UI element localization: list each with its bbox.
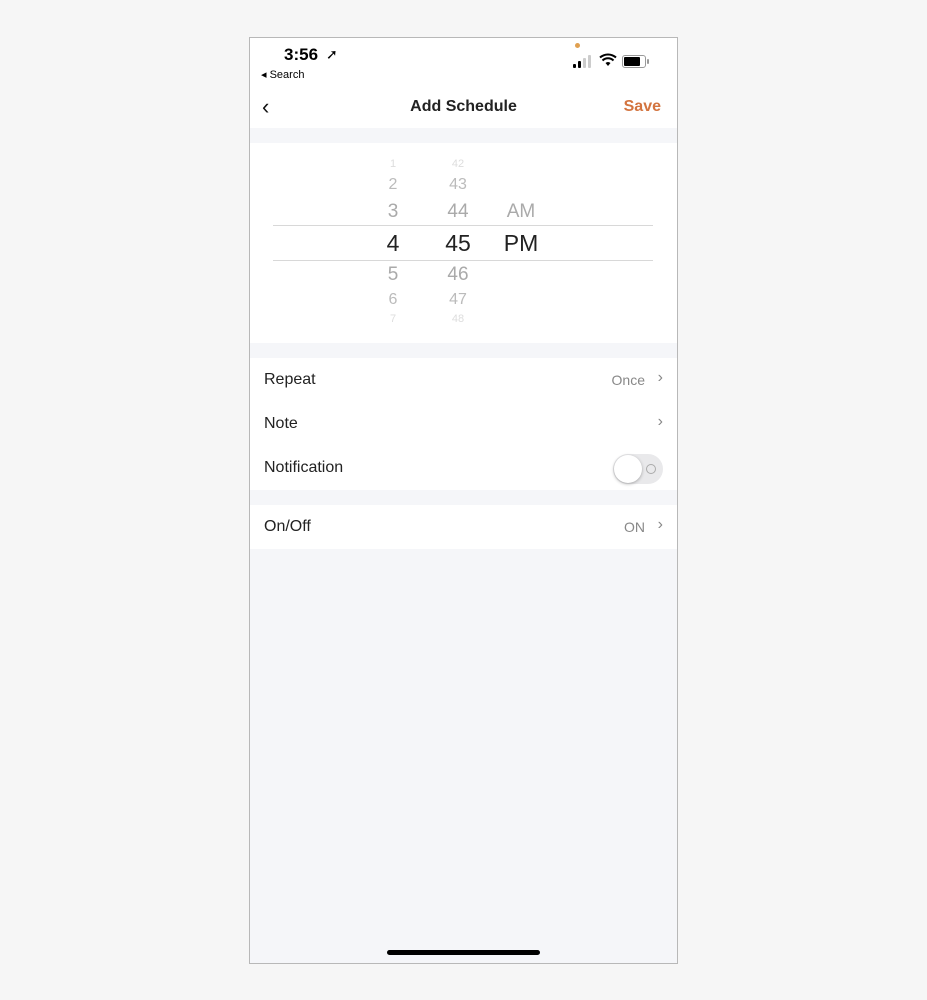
picker-value: 47 <box>449 291 467 308</box>
picker-value: 1 <box>389 158 397 170</box>
settings-group: Repeat Once › Note › Notification <box>250 358 677 490</box>
repeat-label: Repeat <box>264 371 316 388</box>
repeat-row[interactable]: Repeat Once › <box>250 358 677 402</box>
page-title: Add Schedule <box>410 98 517 115</box>
clock: 3:56 <box>284 45 319 64</box>
notification-row: Notification <box>250 446 677 490</box>
picker-value: 3 <box>387 201 399 222</box>
onoff-group: On/Off ON › <box>250 505 677 549</box>
repeat-value: Once <box>611 372 645 388</box>
onoff-label: On/Off <box>264 518 311 535</box>
picker-value: 2 <box>388 176 398 193</box>
picker-value: 42 <box>451 158 465 170</box>
navigation-bar: ‹ Add Schedule Save <box>250 88 677 128</box>
picker-value: 6 <box>388 291 398 308</box>
onoff-value: ON <box>624 519 645 535</box>
picker-value: 5 <box>387 264 399 285</box>
off-indicator-icon <box>646 464 656 474</box>
picker-selected-period: PM <box>503 230 539 256</box>
location-arrow-icon: ➚ <box>326 46 338 62</box>
chevron-right-icon: › <box>657 369 663 386</box>
notification-toggle[interactable] <box>613 454 663 484</box>
picker-value: 43 <box>449 176 467 193</box>
chevron-right-icon: › <box>657 516 663 533</box>
picker-value: 46 <box>447 264 469 285</box>
chevron-right-icon: › <box>657 413 663 430</box>
toggle-knob <box>614 455 642 483</box>
picker-value: 44 <box>447 201 469 222</box>
picker-value: 7 <box>389 313 397 325</box>
picker-value: 48 <box>451 313 465 325</box>
note-row[interactable]: Note › <box>250 402 677 446</box>
wifi-icon <box>599 53 617 66</box>
phone-screen: 3:56 ➚ ◂ Search ‹ Add Schedule Save 1 2 … <box>249 37 678 964</box>
status-bar: 3:56 ➚ ◂ Search <box>250 38 677 88</box>
note-label: Note <box>264 415 298 432</box>
home-indicator[interactable] <box>387 950 540 955</box>
period-wheel[interactable]: AM PM <box>496 143 546 343</box>
battery-icon <box>622 55 649 68</box>
cellular-signal-icon <box>573 55 593 68</box>
picker-selected-hour: 4 <box>386 230 400 256</box>
save-button[interactable]: Save <box>624 98 661 116</box>
back-to-app-link[interactable]: ◂ Search <box>261 68 304 81</box>
notification-label: Notification <box>264 459 344 476</box>
picker-value: AM <box>506 201 536 222</box>
hour-wheel[interactable]: 1 2 3 4 5 6 7 <box>368 143 418 343</box>
privacy-indicator-icon <box>575 43 580 48</box>
picker-selected-minute: 45 <box>445 230 471 256</box>
time-picker[interactable]: 1 2 3 4 5 6 7 42 43 44 45 46 47 48 AM PM <box>250 143 677 343</box>
onoff-row[interactable]: On/Off ON › <box>250 505 677 549</box>
minute-wheel[interactable]: 42 43 44 45 46 47 48 <box>433 143 483 343</box>
